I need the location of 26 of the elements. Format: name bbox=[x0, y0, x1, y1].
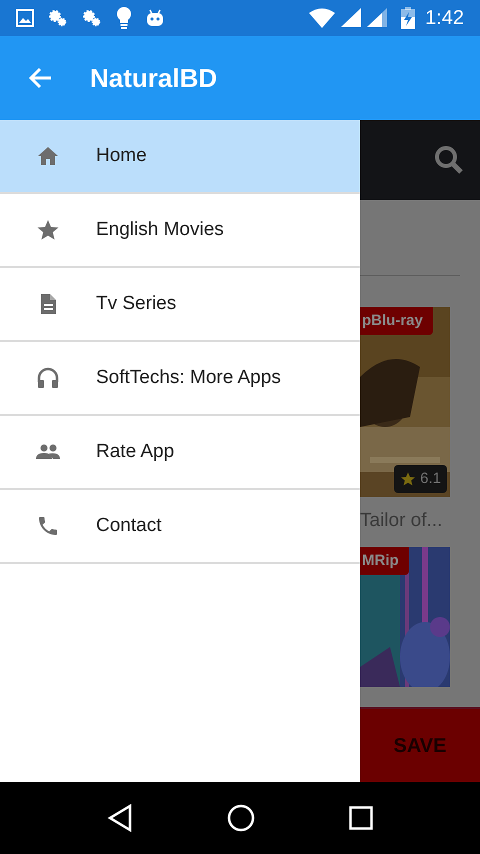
quality-badge: pBlu-ray bbox=[360, 307, 433, 335]
battery-charging-icon bbox=[401, 7, 416, 29]
phone-icon bbox=[36, 514, 60, 538]
recent-apps-icon[interactable] bbox=[349, 806, 373, 830]
home-icon[interactable] bbox=[227, 804, 255, 832]
signal-icon bbox=[367, 8, 388, 28]
back-icon[interactable] bbox=[107, 804, 133, 832]
gears-icon bbox=[82, 9, 102, 27]
drawer-item[interactable]: Home bbox=[0, 120, 360, 194]
lightbulb-icon bbox=[116, 6, 132, 30]
movie-title: Tailor of... bbox=[360, 509, 444, 533]
headphones-icon bbox=[36, 366, 60, 390]
app-title: NaturalBD bbox=[90, 62, 218, 94]
robot-icon bbox=[146, 9, 164, 27]
arrow-left-icon bbox=[27, 66, 53, 90]
star-icon bbox=[36, 218, 60, 242]
clock-time: 1:42 bbox=[425, 6, 464, 31]
wifi-icon bbox=[309, 8, 336, 28]
rating-badge: 6.1 bbox=[394, 465, 447, 493]
home-icon bbox=[36, 144, 60, 168]
search-icon bbox=[434, 145, 464, 175]
star-icon bbox=[400, 471, 416, 487]
image-icon bbox=[16, 9, 34, 27]
signal-icon bbox=[341, 8, 362, 28]
quality-badge: MRip bbox=[360, 547, 409, 575]
gears-icon bbox=[48, 9, 68, 27]
